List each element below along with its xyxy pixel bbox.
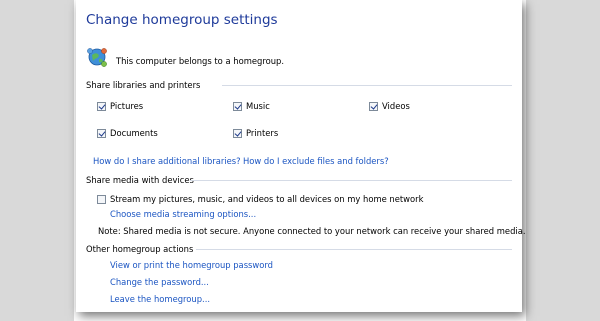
stream-media-checkbox[interactable] [97,195,106,204]
videos-label: Videos [382,101,410,111]
leave-homegroup-link[interactable]: Leave the homegroup... [110,294,210,304]
homegroup-status-text: This computer belongs to a homegroup. [116,56,284,66]
printers-label: Printers [246,128,279,138]
documents-label: Documents [110,128,158,138]
section-heading-share-media: Share media with devices [86,175,194,185]
exclude-files-link[interactable]: How do I exclude files and folders? [243,156,389,166]
music-checkbox[interactable] [233,102,242,111]
section-divider [222,85,512,86]
view-print-password-link[interactable]: View or print the homegroup password [110,260,273,270]
media-streaming-options-link[interactable]: Choose media streaming options... [110,209,256,219]
stream-media-label: Stream my pictures, music, and videos to… [110,194,424,204]
videos-checkbox[interactable] [369,102,378,111]
section-divider [196,249,512,250]
share-additional-libraries-link[interactable]: How do I share additional libraries? [93,156,241,166]
music-label: Music [246,101,270,111]
change-password-link[interactable]: Change the password... [110,277,209,287]
pictures-label: Pictures [110,101,144,111]
media-security-note: Note: Shared media is not secure. Anyone… [98,226,526,236]
section-heading-share-libraries: Share libraries and printers [86,80,201,90]
homegroup-icon [87,48,107,67]
right-backdrop [526,0,600,321]
section-heading-other-actions: Other homegroup actions [86,244,194,254]
printers-checkbox[interactable] [233,129,242,138]
pictures-checkbox[interactable] [97,102,106,111]
documents-checkbox[interactable] [97,129,106,138]
section-divider [190,180,512,181]
page-title: Change homegroup settings [86,12,278,28]
left-backdrop [0,0,74,321]
